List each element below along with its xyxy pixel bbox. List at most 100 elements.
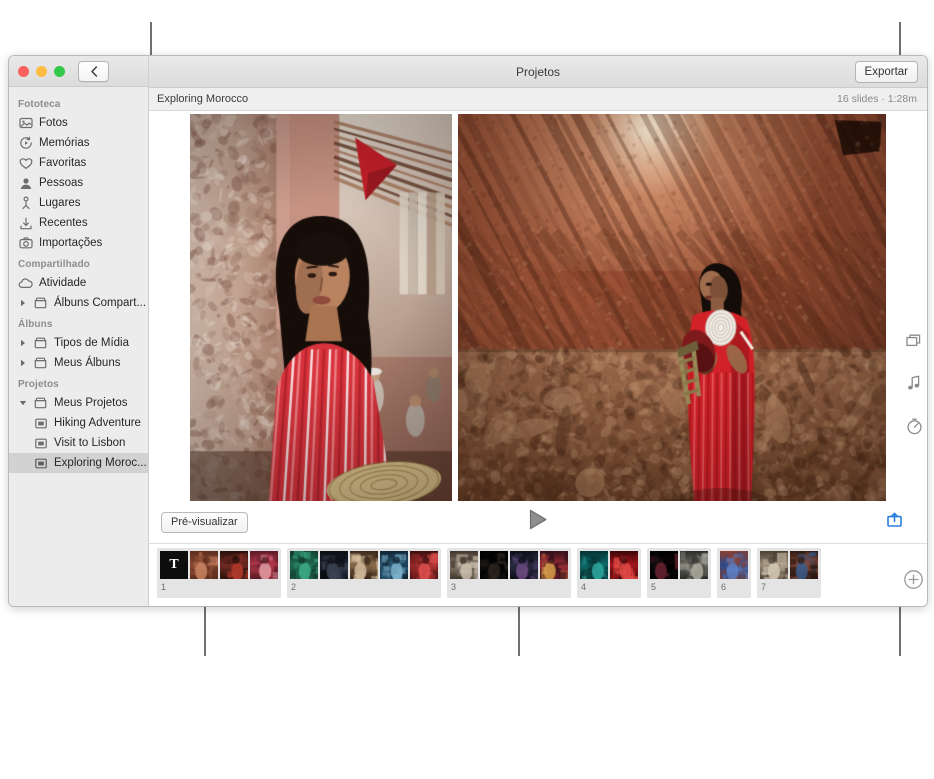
- sidebar-item-fotos[interactable]: Fotos: [9, 113, 148, 133]
- filmstrip-thumbnail[interactable]: [250, 551, 278, 579]
- play-button[interactable]: [529, 509, 548, 535]
- main-content: Projetos Exportar Exploring Morocco 16 s…: [149, 56, 927, 606]
- sidebar-item-label: Hiking Adventure: [54, 417, 141, 429]
- filmstrip-group[interactable]: 7: [757, 548, 821, 598]
- slide-photo-pair: [190, 114, 886, 501]
- filmstrip-thumbnail[interactable]: [510, 551, 538, 579]
- sidebar-item-label: Tipos de Mídia: [54, 337, 129, 349]
- plus-circle-icon: [904, 570, 923, 594]
- screenshot-root: Fototeca Fotos Memórias Favoritas Pessoa…: [0, 0, 934, 779]
- close-window-button[interactable]: [18, 66, 29, 77]
- export-share-icon: [886, 512, 903, 533]
- window-toolbar: Projetos Exportar: [149, 56, 927, 88]
- filmstrip-title-slide[interactable]: T: [160, 551, 188, 579]
- filmstrip-group[interactable]: T1: [157, 548, 281, 598]
- preview-button[interactable]: Pré-visualizar: [161, 512, 248, 533]
- filmstrip-group-number: 4: [580, 579, 638, 592]
- filmstrip-group[interactable]: 6: [717, 548, 751, 598]
- filmstrip-thumbnails: [720, 551, 748, 579]
- add-slide-button[interactable]: [904, 570, 923, 594]
- disclosure-triangle-collapsed-icon[interactable]: [18, 299, 27, 307]
- sidebar-item-label: Importações: [39, 237, 102, 249]
- sidebar-item-recentes[interactable]: Recentes: [9, 213, 148, 233]
- export-button[interactable]: Exportar: [855, 61, 918, 83]
- slide-filmstrip[interactable]: T1 234567: [149, 544, 927, 606]
- disclosure-triangle-collapsed-icon[interactable]: [18, 359, 27, 367]
- filmstrip-group-number: 2: [290, 579, 438, 592]
- filmstrip-thumbnails: T: [160, 551, 278, 579]
- sidebar-section-header-fototeca: Fototeca: [9, 93, 148, 113]
- sidebar-item-meus-projetos[interactable]: Meus Projetos: [9, 393, 148, 413]
- folder-icon: [33, 336, 48, 351]
- window-titlebar-left: [9, 56, 148, 87]
- sidebar-item-label: Lugares: [39, 197, 81, 209]
- folder-icon: [33, 396, 48, 411]
- filmstrip-group-number: 6: [720, 579, 748, 592]
- pin-icon: [18, 196, 33, 211]
- sidebar-section-header-compartilhado: Compartilhado: [9, 253, 148, 273]
- sidebar-item-favoritas[interactable]: Favoritas: [9, 153, 148, 173]
- sidebar-item-tipos-de-midia[interactable]: Tipos de Mídia: [9, 333, 148, 353]
- disclosure-triangle-collapsed-icon[interactable]: [18, 339, 27, 347]
- filmstrip-thumbnails: [290, 551, 438, 579]
- sidebar-item-pessoas[interactable]: Pessoas: [9, 173, 148, 193]
- filmstrip-thumbnail[interactable]: [680, 551, 708, 579]
- filmstrip-thumbnails: [580, 551, 638, 579]
- photos-app-window: Fototeca Fotos Memórias Favoritas Pessoa…: [8, 55, 928, 607]
- filmstrip-thumbnail[interactable]: [720, 551, 748, 579]
- filmstrip-thumbnails: [450, 551, 568, 579]
- minimize-window-button[interactable]: [36, 66, 47, 77]
- sidebar-item-label: Visit to Lisbon: [54, 437, 125, 449]
- themes-icon: [906, 333, 923, 353]
- filmstrip-thumbnail[interactable]: [290, 551, 318, 579]
- sidebar-item-label: Exploring Moroc...: [54, 457, 147, 469]
- sidebar-section-header-projetos: Projetos: [9, 373, 148, 393]
- sidebar-item-memorias[interactable]: Memórias: [9, 133, 148, 153]
- filmstrip-thumbnail[interactable]: [320, 551, 348, 579]
- filmstrip-thumbnail[interactable]: [790, 551, 818, 579]
- sidebar-item-hiking-adventure[interactable]: Hiking Adventure: [9, 413, 148, 433]
- sidebar-item-meus-albuns[interactable]: Meus Álbuns: [9, 353, 148, 373]
- photos-icon: [18, 116, 33, 131]
- themes-button[interactable]: [906, 333, 923, 353]
- preview-photo-left[interactable]: [190, 114, 452, 501]
- zoom-window-button[interactable]: [54, 66, 65, 77]
- music-button[interactable]: [907, 375, 921, 396]
- back-button[interactable]: [78, 61, 109, 82]
- play-icon: [529, 509, 548, 535]
- memories-icon: [18, 136, 33, 151]
- filmstrip-group[interactable]: 5: [647, 548, 711, 598]
- sidebar-item-exploring-morocco[interactable]: Exploring Moroc...: [9, 453, 148, 473]
- share-export-button[interactable]: [886, 512, 903, 533]
- sidebar-item-lugares[interactable]: Lugares: [9, 193, 148, 213]
- filmstrip-group-number: 7: [760, 579, 818, 592]
- filmstrip-thumbnail[interactable]: [190, 551, 218, 579]
- sidebar-item-label: Pessoas: [39, 177, 83, 189]
- sidebar-scroll-area[interactable]: Fototeca Fotos Memórias Favoritas Pessoa…: [9, 87, 148, 473]
- filmstrip-thumbnail[interactable]: [540, 551, 568, 579]
- filmstrip-thumbnail[interactable]: [410, 551, 438, 579]
- preview-photo-right[interactable]: [458, 114, 886, 501]
- folder-icon: [33, 296, 48, 311]
- sidebar-item-atividade[interactable]: Atividade: [9, 273, 148, 293]
- filmstrip-thumbnail[interactable]: [450, 551, 478, 579]
- filmstrip-group[interactable]: 3: [447, 548, 571, 598]
- duration-button[interactable]: [906, 418, 923, 440]
- filmstrip-group[interactable]: 2: [287, 548, 441, 598]
- sidebar-item-label: Recentes: [39, 217, 88, 229]
- sidebar-item-visit-to-lisbon[interactable]: Visit to Lisbon: [9, 433, 148, 453]
- filmstrip-thumbnail[interactable]: [760, 551, 788, 579]
- disclosure-triangle-expanded-icon[interactable]: [18, 400, 27, 406]
- sidebar-item-importacoes[interactable]: Importações: [9, 233, 148, 253]
- sidebar-item-label: Favoritas: [39, 157, 86, 169]
- filmstrip-thumbnail[interactable]: [220, 551, 248, 579]
- filmstrip-thumbnail[interactable]: [380, 551, 408, 579]
- filmstrip-thumbnail[interactable]: [650, 551, 678, 579]
- filmstrip-thumbnail[interactable]: [580, 551, 608, 579]
- filmstrip-thumbnail[interactable]: [480, 551, 508, 579]
- sidebar-item-albuns-compartilhados[interactable]: Álbuns Compart...: [9, 293, 148, 313]
- filmstrip-group[interactable]: 4: [577, 548, 641, 598]
- filmstrip-thumbnail[interactable]: [610, 551, 638, 579]
- slide-preview-canvas[interactable]: [149, 111, 927, 501]
- filmstrip-thumbnail[interactable]: [350, 551, 378, 579]
